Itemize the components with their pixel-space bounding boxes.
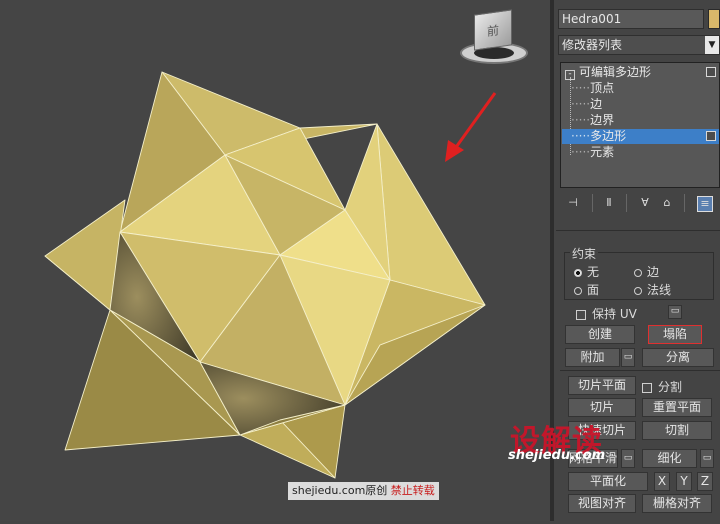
attach-settings-button[interactable]: ▭ [621, 348, 635, 367]
checkbox-icon [642, 382, 652, 393]
radio-icon [574, 286, 582, 295]
tessellate-button[interactable]: 细化 [642, 449, 697, 468]
modifier-stack[interactable]: - 可编辑多边形 ·····顶点 ·····边 ·····边界 ·····多边形 … [560, 62, 720, 188]
object-name-field[interactable]: Hedra001 [558, 9, 704, 29]
stack-item-border[interactable]: ·····边界 [571, 113, 711, 128]
view-align-button[interactable]: 视图对齐 [568, 494, 636, 513]
grid-align-button[interactable]: 栅格对齐 [642, 494, 712, 513]
modifier-list-label: 修改器列表 [562, 38, 623, 52]
constraint-none-radio[interactable]: 无 [574, 263, 599, 280]
rollout-separator [560, 370, 720, 371]
toolbar-separator [626, 194, 627, 212]
stack-root-toggle[interactable] [706, 67, 716, 77]
constraint-none-label: 无 [587, 265, 600, 279]
stack-root[interactable]: - 可编辑多边形 [565, 65, 715, 80]
radio-icon [634, 268, 642, 277]
toolbar-separator [592, 194, 593, 212]
stack-polygon-toggle[interactable] [706, 131, 716, 141]
split-checkbox[interactable]: 分割 [642, 378, 682, 395]
annotation-arrow-icon [445, 92, 497, 162]
stack-root-label: 可编辑多边形 [579, 65, 652, 79]
stack-item-element[interactable]: ·····元素 [571, 145, 711, 160]
preserve-uv-checkbox[interactable]: 保持 UV [576, 305, 637, 322]
split-label: 分割 [658, 380, 683, 394]
make-unique-icon[interactable]: ∀ [638, 196, 652, 210]
stack-item-label: 边界 [590, 113, 615, 127]
stack-item-vertex[interactable]: ·····顶点 [571, 81, 711, 96]
constraint-face-radio[interactable]: 面 [574, 281, 599, 298]
stack-item-label: 顶点 [590, 81, 615, 95]
constraint-edge-radio[interactable]: 边 [634, 263, 659, 280]
stack-item-edge[interactable]: ·····边 [571, 97, 711, 112]
tessellate-settings-button[interactable]: ▭ [700, 449, 714, 468]
watermark-original: 原创 [365, 484, 388, 497]
constraint-normal-label: 法线 [647, 283, 672, 297]
watermark-url: shejiedu.com原创 禁止转载 [288, 482, 439, 500]
stack-item-label: 多边形 [590, 129, 627, 143]
modifier-list-dropdown[interactable]: 修改器列表 ▼ [558, 35, 720, 55]
collapse-button[interactable]: 塌陷 [648, 325, 702, 344]
stack-item-polygon[interactable]: ·····多边形 [562, 129, 719, 144]
object-color-swatch[interactable] [708, 9, 720, 29]
constraints-title: 约束 [570, 245, 599, 262]
detach-button[interactable]: 分离 [642, 348, 714, 367]
planar-x-button[interactable]: X [654, 472, 670, 491]
watermark-brand-url: shejiedu.com [508, 448, 606, 463]
watermark-forbidden: 禁止转载 [390, 484, 435, 497]
viewcube-face-label: 前 [487, 23, 500, 39]
constraint-edge-label: 边 [647, 265, 660, 279]
stack-item-label: 元素 [590, 145, 615, 159]
viewcube[interactable]: 前 [460, 8, 530, 70]
constraint-normal-radio[interactable]: 法线 [634, 281, 671, 298]
radio-selected-icon [574, 268, 582, 277]
planar-z-button[interactable]: Z [697, 472, 713, 491]
attach-button[interactable]: 附加 [565, 348, 620, 367]
configure-modifier-sets-icon[interactable]: ≡ [697, 196, 713, 212]
constraint-face-label: 面 [587, 283, 600, 297]
watermark-site: shejiedu.com [292, 484, 366, 497]
rollout-separator [556, 230, 720, 231]
chevron-down-icon[interactable]: ▼ [705, 36, 719, 54]
toolbar-separator [684, 194, 685, 212]
preserve-uv-settings-button[interactable]: ▭ [668, 305, 682, 319]
slice-button[interactable]: 切片 [568, 398, 636, 417]
cut-button[interactable]: 切割 [642, 421, 712, 440]
meshsmooth-settings-button[interactable]: ▭ [621, 449, 635, 468]
polyhedron-mesh[interactable] [0, 0, 550, 521]
perspective-viewport[interactable]: 前 shejiedu.com原创 禁止转载 [0, 0, 550, 521]
radio-icon [634, 286, 642, 295]
preserve-uv-label: 保持 UV [592, 307, 637, 321]
create-button[interactable]: 创建 [565, 325, 635, 344]
checkbox-icon [576, 309, 586, 320]
remove-modifier-icon[interactable]: ⌂ [660, 196, 674, 210]
pin-stack-icon[interactable]: ⊣ [566, 196, 580, 210]
reset-plane-button[interactable]: 重置平面 [642, 398, 712, 417]
slice-plane-button[interactable]: 切片平面 [568, 376, 636, 395]
planar-y-button[interactable]: Y [676, 472, 692, 491]
stack-item-label: 边 [590, 97, 603, 111]
show-end-result-icon[interactable]: Ⅱ [602, 196, 616, 210]
viewcube-box[interactable]: 前 [474, 9, 512, 51]
make-planar-button[interactable]: 平面化 [568, 472, 648, 491]
